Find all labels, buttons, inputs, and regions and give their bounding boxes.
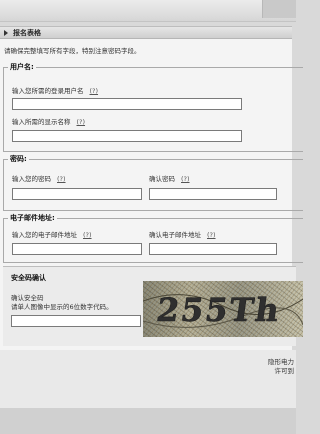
footer-area: 隐形电力 许可到 <box>0 350 296 408</box>
footer-line-2[interactable]: 许可到 <box>268 367 295 376</box>
collapse-triangle-icon[interactable] <box>4 29 8 36</box>
password-label-text: 输入您的密码 <box>12 175 51 183</box>
email-fieldset: 电子邮件地址: 输入您的电子邮件地址 (?) 确认电子邮件地址 (?) <box>3 213 303 263</box>
password-help-link[interactable]: (?) <box>57 175 66 183</box>
login-username-label-text: 输入您所需的登录用户名 <box>12 87 84 95</box>
login-username-input[interactable] <box>12 98 242 110</box>
captcha-image-text: 255Th <box>154 291 283 329</box>
display-name-help-link[interactable]: (?) <box>77 118 86 126</box>
password-fieldset: 密码: 输入您的密码 (?) 确认密码 (?) <box>3 154 303 211</box>
captcha-code-input[interactable] <box>11 315 141 327</box>
bottom-bar <box>0 408 296 434</box>
email-label: 输入您的电子邮件地址 (?) <box>12 229 92 239</box>
confirm-email-input[interactable] <box>149 243 277 255</box>
confirm-email-label-text: 确认电子邮件地址 <box>149 231 201 239</box>
captcha-image-graphic: 255Th <box>143 291 303 329</box>
email-input[interactable] <box>12 243 142 255</box>
password-legend: 密码: <box>10 155 27 163</box>
panel-header[interactable]: 报名表格 <box>0 26 292 39</box>
instructions-text: 请确保完整填写所有字段，特别注意密码字段。 <box>4 47 141 55</box>
registration-panel: 报名表格 请确保完整填写所有字段，特别注意密码字段。 用户名: 输入您所需的登录… <box>0 26 303 350</box>
username-legend: 用户名: <box>10 63 34 71</box>
display-name-label-text: 输入所需的显示名称 <box>12 118 71 126</box>
email-help-link[interactable]: (?) <box>83 231 92 239</box>
footer-line-1: 隐形电力 <box>268 358 294 366</box>
confirm-password-label: 确认密码 (?) <box>149 173 190 183</box>
confirm-email-help-link[interactable]: (?) <box>207 231 216 239</box>
username-fieldset: 用户名: 输入您所需的登录用户名 (?) 输入所需的显示名称 (?) <box>3 62 303 152</box>
email-legend: 电子邮件地址: <box>10 214 55 222</box>
password-label: 输入您的密码 (?) <box>12 173 66 183</box>
display-name-label: 输入所需的显示名称 (?) <box>12 116 85 126</box>
top-strip <box>0 0 296 22</box>
login-username-help-link[interactable]: (?) <box>90 87 99 95</box>
password-input[interactable] <box>12 188 142 200</box>
footer-credits: 隐形电力 许可到 <box>268 358 294 376</box>
captcha-image: 255Th <box>143 281 303 337</box>
login-username-label: 输入您所需的登录用户名 (?) <box>12 85 98 95</box>
confirm-password-label-text: 确认密码 <box>149 175 175 183</box>
email-label-text: 输入您的电子邮件地址 <box>12 231 77 239</box>
top-strip-notch <box>262 0 296 18</box>
confirm-email-label: 确认电子邮件地址 (?) <box>149 229 216 239</box>
display-name-input[interactable] <box>12 130 242 142</box>
captcha-section: 安全码确认 确认安全码 请单人图像中显示的6位数字代码。 255Th <box>3 266 303 346</box>
panel-title: 报名表格 <box>13 28 41 37</box>
confirm-password-help-link[interactable]: (?) <box>181 175 190 183</box>
captcha-instruction-2: 请单人图像中显示的6位数字代码。 <box>11 303 113 311</box>
confirm-password-input[interactable] <box>149 188 277 200</box>
captcha-title: 安全码确认 <box>11 274 46 282</box>
